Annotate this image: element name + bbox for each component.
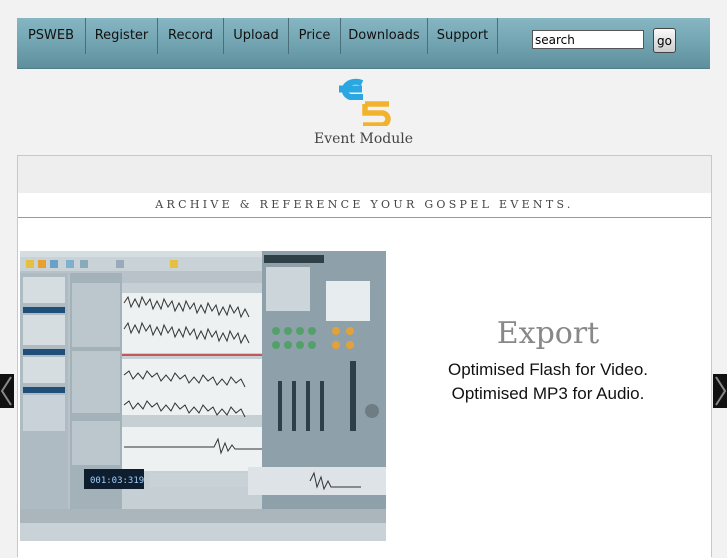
- nav-downloads[interactable]: Downloads: [341, 18, 428, 54]
- slide-line-mp3: Optimised MP3 for Audio.: [451, 384, 645, 403]
- slide-title: Export: [496, 316, 600, 351]
- tagline: ARCHIVE & REFERENCE YOUR GOSPEL EVENTS.: [18, 193, 711, 217]
- nav-record[interactable]: Record: [158, 18, 224, 54]
- search-input[interactable]: [532, 30, 644, 49]
- content-panel: ARCHIVE & REFERENCE YOUR GOSPEL EVENTS.: [17, 155, 712, 558]
- logo-caption: Event Module: [313, 131, 413, 147]
- nav-psweb[interactable]: PSWEB: [17, 18, 86, 54]
- search-go-button[interactable]: go: [653, 28, 676, 53]
- editor-screenshot: 001:03:319: [20, 251, 386, 541]
- nav-price[interactable]: Price: [289, 18, 341, 54]
- slide-line-flash: Optimised Flash for Video.: [448, 360, 648, 379]
- nav-upload[interactable]: Upload: [224, 18, 289, 54]
- nav-register[interactable]: Register: [86, 18, 158, 54]
- transport-clock: 001:03:319: [90, 476, 144, 486]
- e5-logo: [339, 78, 391, 126]
- arrow-left-icon[interactable]: [0, 374, 14, 408]
- top-nav-bar: PSWEB Register Record Upload Price Downl…: [17, 18, 710, 69]
- feature-slide: 001:03:319 Export Optimised Flash for Vi…: [18, 217, 711, 558]
- nav-support[interactable]: Support: [428, 18, 498, 54]
- arrow-right-icon[interactable]: [713, 374, 727, 408]
